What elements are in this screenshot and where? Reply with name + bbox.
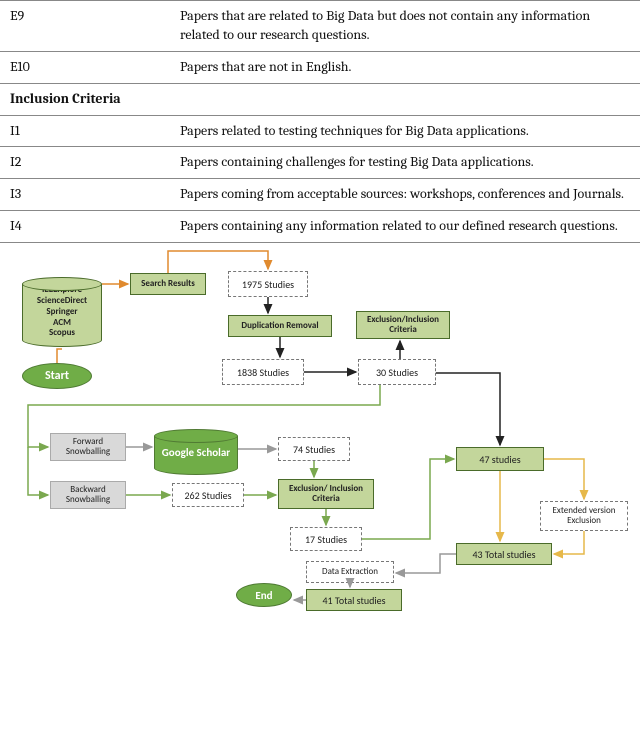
criteria-description: Papers coming from acceptable sources: w… — [170, 179, 640, 211]
end-node: End — [236, 583, 292, 607]
total-41: 41 Total studies — [306, 589, 402, 611]
studies-17: 17 Studies — [290, 527, 362, 551]
total-43: 43 Total studies — [456, 543, 552, 565]
methodology-flowchart: IEEEXplore ScienceDirect Springer ACM Sc… — [0, 243, 640, 615]
backward-snowballing: Backward Snowballing — [50, 481, 126, 509]
search-results-box: Search Results — [130, 273, 206, 295]
sources-db: IEEEXplore ScienceDirect Springer ACM Sc… — [22, 277, 102, 347]
criteria-code: I4 — [0, 211, 170, 243]
studies-1975: 1975 Studies — [228, 271, 308, 297]
criteria-description: Papers that are related to Big Data but … — [170, 1, 640, 52]
criteria-table: E9Papers that are related to Big Data bu… — [0, 0, 640, 243]
exclusion-inclusion-box: Exclusion/Inclusion Criteria — [356, 311, 450, 339]
studies-30: 30 Studies — [358, 359, 436, 385]
criteria-description: Papers containing challenges for testing… — [170, 147, 640, 179]
studies-1838: 1838 Studies — [222, 359, 304, 385]
studies-47: 47 studies — [456, 447, 544, 471]
google-scholar-db: Google Scholar — [154, 429, 238, 475]
start-node: Start — [22, 363, 92, 389]
studies-262: 262 Studies — [172, 483, 244, 507]
criteria-description — [170, 83, 640, 115]
duplication-removal-box: Duplication Removal — [228, 315, 332, 337]
criteria-code: Inclusion Criteria — [0, 83, 170, 115]
extended-version-exclusion: Extended version Exclusion — [540, 501, 628, 531]
criteria-code: E9 — [0, 1, 170, 52]
criteria-code: I1 — [0, 115, 170, 147]
studies-74: 74 Studies — [278, 437, 350, 461]
criteria-code: E10 — [0, 51, 170, 83]
criteria-code: I3 — [0, 179, 170, 211]
criteria-code: I2 — [0, 147, 170, 179]
criteria-description: Papers that are not in English. — [170, 51, 640, 83]
criteria-description: Papers containing any information relate… — [170, 211, 640, 243]
exclusion-inclusion-2: Exclusion/ Inclusion Criteria — [278, 479, 374, 509]
data-extraction: Data Extraction — [306, 561, 394, 583]
forward-snowballing: Forward Snowballing — [50, 433, 126, 461]
criteria-description: Papers related to testing techniques for… — [170, 115, 640, 147]
